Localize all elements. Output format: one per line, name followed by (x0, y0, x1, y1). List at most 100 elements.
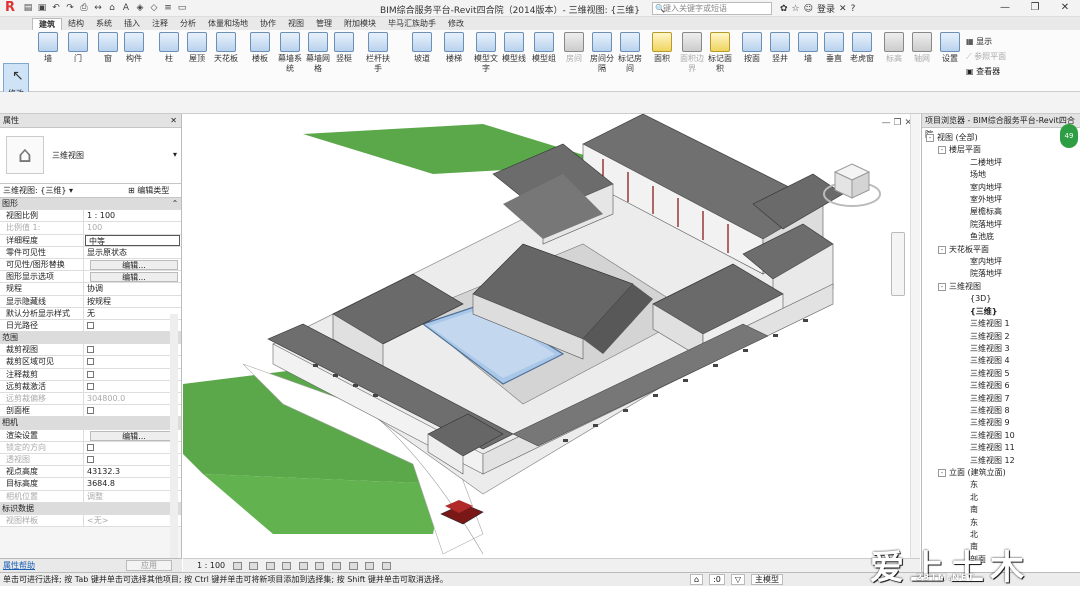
visual-style-icon[interactable] (249, 561, 259, 570)
instance-filter[interactable]: 三维视图: {三维} ▾ ⊞ 编辑类型 (0, 184, 181, 198)
property-value[interactable] (84, 320, 181, 331)
view-scrollbar[interactable] (910, 114, 920, 558)
collapse-icon[interactable]: - (926, 134, 934, 142)
close-icon[interactable]: ✕ (170, 114, 177, 128)
ribbon-button-18[interactable]: 房间分隔 (588, 32, 616, 74)
property-row[interactable]: 渲染设置 编辑... (0, 429, 181, 442)
ribbon-button-22[interactable]: 标记面积 (706, 32, 734, 74)
tree-node[interactable]: 场地 (922, 169, 1080, 181)
tree-node[interactable]: 室内地坪 (922, 182, 1080, 194)
tree-node[interactable]: 室内地坪 (922, 256, 1080, 268)
tab-6[interactable]: 体量和场地 (202, 18, 254, 30)
login-label[interactable]: 登录 (817, 2, 835, 15)
apply-button[interactable]: 应用 (126, 560, 172, 571)
tree-node[interactable]: 三维视图 10 (922, 430, 1080, 442)
ribbon-button-27[interactable]: 老虎窗 (848, 32, 876, 64)
property-value[interactable] (84, 405, 181, 416)
tree-node[interactable]: 二楼地坪 (922, 157, 1080, 169)
section-icon[interactable]: ◇ (148, 2, 160, 14)
ribbon-button-14[interactable]: 模型文字 (472, 32, 500, 74)
ribbon-button-25[interactable]: 墙 (794, 32, 822, 64)
print-icon[interactable]: ⎙ (78, 2, 90, 14)
property-checkbox[interactable] (87, 346, 94, 354)
ribbon-button-1[interactable]: 门 (64, 32, 92, 64)
tab-0[interactable]: 建筑 (32, 18, 62, 30)
tree-node[interactable]: 三维视图 8 (922, 405, 1080, 417)
ribbon-button-21[interactable]: 面积边界 (678, 32, 706, 74)
property-row[interactable]: 视点高度 43132.3 (0, 466, 181, 479)
property-row[interactable]: 可见性/图形替换 编辑... (0, 258, 181, 272)
ribbon-button-6[interactable]: 天花板 (212, 32, 240, 64)
property-row[interactable]: 默认分析显示样式无 (0, 307, 181, 320)
ribbon-button-19[interactable]: 标记房间 (616, 32, 644, 74)
save-icon[interactable]: ▣ (36, 2, 48, 14)
property-row[interactable]: 规程 协调 (0, 283, 181, 296)
property-row[interactable]: 比例值 1: 100 (0, 222, 181, 235)
redo-icon[interactable]: ↷ (64, 2, 76, 14)
ribbon-button-20[interactable]: 面积 (648, 32, 676, 64)
collapse-icon[interactable]: ⌃ (169, 198, 181, 209)
tree-node[interactable]: 屋檐标高 (922, 206, 1080, 218)
viewcube-icon[interactable] (823, 154, 881, 212)
navigation-bar[interactable] (891, 232, 905, 296)
tree-node[interactable]: 三维视图 5 (922, 368, 1080, 380)
reveal-icon[interactable] (381, 561, 391, 570)
view-scale[interactable]: 1 : 100 (197, 561, 225, 570)
notification-badge[interactable]: 49 (1060, 124, 1078, 148)
filter-icon[interactable]: ▽ (730, 574, 746, 585)
property-value[interactable]: 中等 (85, 234, 180, 246)
tree-node[interactable]: 东 (922, 517, 1080, 529)
property-row[interactable]: 显示隐藏线 按规程 (0, 295, 181, 308)
tree-node[interactable]: 三维视图 4 (922, 355, 1080, 367)
show-crop-icon[interactable] (331, 561, 341, 570)
3d-viewport[interactable]: — ❐ ✕ (183, 114, 920, 572)
ribbon-button-11[interactable]: 栏杆扶手 (364, 32, 392, 74)
crop-icon[interactable] (315, 561, 325, 570)
tab-7[interactable]: 协作 (254, 18, 282, 30)
property-row[interactable]: 裁剪区域可见 (0, 356, 181, 369)
tab-4[interactable]: 注释 (146, 18, 174, 30)
model-selector[interactable]: 主模型 (751, 574, 784, 585)
ribbon-button-16[interactable]: 模型组 (530, 32, 558, 64)
property-row[interactable]: 图形显示选项 编辑... (0, 271, 181, 284)
ribbon-button-5[interactable]: 屋顶 (183, 32, 211, 64)
text-icon[interactable]: A (120, 2, 132, 14)
tree-node[interactable]: 院落地坪 (922, 219, 1080, 231)
help-icon[interactable]: ? (851, 4, 856, 14)
property-row[interactable]: 裁剪视图 (0, 344, 181, 357)
close-hidden-icon[interactable]: ▭ (176, 2, 188, 14)
tree-node[interactable]: 北 (922, 492, 1080, 504)
property-value[interactable]: 编辑... (84, 430, 181, 441)
undo-icon[interactable]: ↶ (50, 2, 62, 14)
ribbon-button-4[interactable]: 柱 (155, 32, 183, 64)
minimize-icon[interactable]: — (990, 0, 1020, 16)
ribbon-button-28[interactable]: 标高 (880, 32, 908, 64)
edit-button[interactable]: 编辑... (90, 259, 178, 270)
ribbon-button-0[interactable]: 墙 (34, 32, 62, 64)
property-row[interactable]: 远剪裁激活 (0, 380, 181, 393)
property-checkbox[interactable] (87, 358, 94, 366)
property-value[interactable] (84, 356, 181, 367)
property-row[interactable]: 日光路径 (0, 319, 181, 333)
ribbon-button-3[interactable]: 构件 (120, 32, 148, 64)
ribbon-button-10[interactable]: 竖梃 (330, 32, 358, 64)
worksharing-icon[interactable]: ⌂ (690, 574, 704, 585)
edit-button[interactable]: 编辑... (90, 272, 178, 283)
dimension-icon[interactable]: ⌂ (106, 2, 118, 14)
property-checkbox[interactable] (87, 455, 94, 463)
type-selector[interactable]: ⌂ 三维视图 ▾ (0, 128, 181, 184)
lock-icon[interactable] (348, 561, 358, 570)
property-value[interactable]: 1 : 100 (84, 210, 181, 221)
tab-5[interactable]: 分析 (174, 18, 202, 30)
property-value[interactable]: 3684.8 (84, 478, 181, 489)
tab-2[interactable]: 系统 (90, 18, 118, 30)
tab-1[interactable]: 结构 (62, 18, 90, 30)
tab-11[interactable]: 毕马汇族助手 (382, 18, 442, 30)
property-value[interactable]: 协调 (84, 283, 181, 294)
tree-node[interactable]: - 三维视图 (922, 281, 1080, 293)
3d-view-icon[interactable]: ◈ (134, 2, 146, 14)
edit-button[interactable]: 编辑... (90, 430, 178, 441)
tree-node[interactable]: {三维} (922, 306, 1080, 318)
properties-section[interactable]: 范围⌃ (0, 332, 181, 345)
thin-lines-icon[interactable]: ≡ (162, 2, 174, 14)
